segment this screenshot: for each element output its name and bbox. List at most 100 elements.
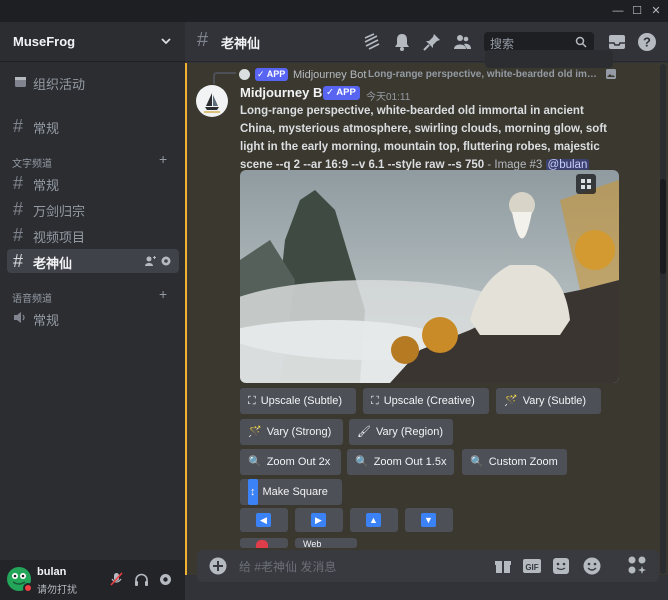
resize-icon: ↕ [248, 479, 258, 505]
make-square-button[interactable]: ↕ Make Square [240, 479, 342, 505]
paintbrush-icon: 🖌 [357, 426, 371, 438]
magic-wand-icon: 🪄 [504, 395, 518, 407]
arrow-left-icon: ◀ [256, 513, 271, 527]
chat-area: # 老神仙 搜索 ? ✓ APP Midjourney Bot Long-ran… [185, 22, 668, 600]
message-actions-bar[interactable] [485, 50, 613, 68]
search-icon [575, 36, 587, 48]
hash-icon: # [13, 173, 24, 193]
sticker-icon[interactable] [552, 557, 570, 575]
reply-app-badge: ✓ APP [255, 68, 289, 81]
button-label: Zoom Out 2x [266, 456, 331, 468]
generated-image[interactable] [240, 170, 619, 383]
sidebar-item-events[interactable]: 组织活动 [7, 70, 179, 94]
favorite-button[interactable] [240, 538, 288, 548]
expand-icon: ⛶ [248, 395, 256, 407]
minimize-button[interactable]: — [610, 3, 626, 19]
reply-author[interactable]: Midjourney Bot [293, 69, 366, 81]
arrow-right-icon: ▶ [311, 513, 326, 527]
message-timestamp: 今天01:11 [366, 92, 411, 103]
sidebar-item-label: 老神仙 [33, 256, 73, 271]
vary-region-button[interactable]: 🖌 Vary (Region) [349, 419, 453, 445]
pan-right-button[interactable]: ▶ [295, 508, 343, 532]
inbox-icon[interactable] [607, 32, 627, 52]
help-icon[interactable]: ? [637, 32, 657, 52]
upscale-subtle-button[interactable]: ⛶ Upscale (Subtle) [240, 388, 356, 414]
category-voice-channels[interactable]: 语音频道 [12, 290, 52, 305]
gif-icon[interactable]: GIF [522, 557, 542, 575]
button-label: Zoom Out 1.5x [373, 456, 447, 468]
pin-icon[interactable] [422, 32, 442, 52]
add-attachment-icon[interactable] [209, 557, 227, 575]
button-label: Make Square [262, 486, 328, 498]
svg-text:GIF: GIF [525, 563, 538, 572]
channel-title: 老神仙 [221, 36, 261, 51]
close-button[interactable]: ✕ [648, 3, 664, 19]
custom-zoom-button[interactable]: 🔍 Custom Zoom [462, 449, 567, 475]
sidebar-item-label: 组织活动 [33, 77, 86, 92]
gift-icon[interactable] [494, 557, 512, 575]
sidebar-item-general[interactable]: # 常规 [7, 171, 179, 195]
mic-muted-icon[interactable] [109, 572, 124, 587]
bell-icon[interactable] [392, 32, 412, 52]
server-header[interactable]: MuseFrog [0, 22, 185, 62]
add-member-icon[interactable] [144, 255, 156, 267]
add-voice-channel-icon[interactable]: + [159, 286, 167, 302]
button-label: Upscale (Creative) [383, 395, 475, 407]
heart-icon [256, 540, 268, 548]
user-status: 请勿打扰 [37, 585, 77, 596]
scrollbar-thumb[interactable] [660, 179, 666, 274]
sidebar-item-general-top[interactable]: # 常规 [7, 114, 179, 138]
svg-text:?: ? [643, 35, 651, 50]
sidebar-item-label: 常规 [33, 313, 60, 328]
channel-sidebar: MuseFrog 组织活动 # 常规 文字频道 + # 常规 # 万剑归宗 # … [0, 22, 185, 600]
scrollbar-track[interactable] [660, 64, 666, 574]
message-author[interactable]: Midjourney Bot [240, 85, 335, 100]
search-input[interactable]: 搜索 [484, 32, 594, 52]
pan-left-button[interactable]: ◀ [240, 508, 288, 532]
settings-gear-icon[interactable] [158, 572, 173, 587]
calendar-icon [15, 77, 26, 87]
headphones-icon[interactable] [134, 572, 149, 587]
user-panel: bulan 请勿打扰 [0, 560, 185, 600]
hash-icon: # [197, 29, 209, 51]
window-titlebar: — ☐ ✕ [0, 0, 668, 22]
maximize-button[interactable]: ☐ [629, 3, 645, 19]
message-composer[interactable]: 给 #老神仙 发消息 GIF [197, 550, 659, 582]
hash-icon: # [13, 225, 24, 245]
sidebar-item-label: 常规 [33, 121, 60, 136]
app-badge: ✓ APP [323, 86, 360, 100]
button-label: Upscale (Subtle) [260, 395, 343, 407]
sidebar-item-voice-general[interactable]: 常规 [7, 306, 179, 330]
zoom-out-2x-button[interactable]: 🔍 Zoom Out 2x [240, 449, 341, 475]
sidebar-item-wanjian[interactable]: # 万剑归宗 [7, 197, 179, 221]
reply-badge-text: APP [266, 69, 286, 79]
emoji-icon[interactable] [583, 557, 601, 575]
pan-up-button[interactable]: ▲ [350, 508, 398, 532]
hash-icon: # [13, 116, 24, 136]
immortal-artwork [240, 170, 619, 383]
members-icon[interactable] [452, 32, 472, 52]
sidebar-item-video[interactable]: # 视频项目 [7, 223, 179, 247]
zoom-out-15x-button[interactable]: 🔍 Zoom Out 1.5x [347, 449, 454, 475]
add-channel-icon[interactable]: + [159, 151, 167, 167]
hash-icon: # [13, 199, 24, 219]
magnifier-icon: 🔍 [355, 456, 369, 468]
sidebar-item-laoshenxian[interactable]: # 老神仙 [7, 249, 179, 273]
upscale-creative-button[interactable]: ⛶ Upscale (Creative) [363, 388, 489, 414]
reply-preview[interactable]: Long-range perspective, white-bearded ol… [368, 69, 597, 80]
vary-subtle-button[interactable]: 🪄 Vary (Subtle) [496, 388, 601, 414]
sailboat-icon [204, 93, 220, 113]
threads-icon[interactable] [362, 32, 382, 52]
pan-down-button[interactable]: ▼ [405, 508, 453, 532]
category-text-channels[interactable]: 文字频道 [12, 155, 52, 170]
magic-wand-icon: 🪄 [248, 426, 262, 438]
button-label: Web [303, 539, 322, 549]
gear-icon[interactable] [160, 255, 172, 267]
apps-icon[interactable] [626, 554, 648, 576]
web-button[interactable]: Web [295, 538, 357, 549]
message-content: Long-range perspective, white-bearded ol… [240, 102, 620, 174]
vary-strong-button[interactable]: 🪄 Vary (Strong) [240, 419, 343, 445]
avatar[interactable] [7, 567, 33, 593]
reply-spine [213, 72, 236, 84]
bot-avatar[interactable] [196, 85, 228, 117]
